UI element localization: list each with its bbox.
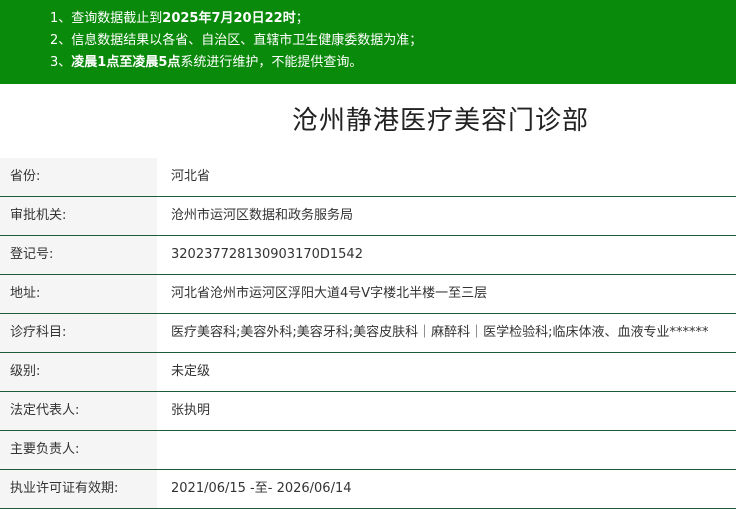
table-row: 法定代表人: 张执明 <box>0 392 736 431</box>
field-label: 登记号: <box>0 236 157 274</box>
field-label: 级别: <box>0 353 157 391</box>
notice-text: 2、信息数据结果以各省、自治区、直辖市卫生健康委数据为准； <box>50 33 423 48</box>
table-row: 审批机关: 沧州市运河区数据和政务服务局 <box>0 197 736 236</box>
notice-text: 1、查询数据截止到 <box>50 11 163 26</box>
field-value <box>171 431 736 469</box>
table-row: 登记号: 320237728130903170D1542 <box>0 236 736 275</box>
field-label: 诊疗科目: <box>0 314 157 352</box>
field-label: 审批机关: <box>0 197 157 235</box>
notice-text: ； <box>295 11 309 26</box>
field-value: 未定级 <box>171 364 211 379</box>
table-row: 执业许可证有效期: 2021/06/15 -至- 2026/06/14 <box>0 470 736 509</box>
notice-banner: 1、查询数据截止到2025年7月20日22时； 2、信息数据结果以各省、自治区、… <box>0 0 736 84</box>
field-label: 执业许可证有效期: <box>0 470 157 508</box>
notice-line-3: 3、凌晨1点至凌晨5点系统进行维护，不能提供查询。 <box>50 52 736 74</box>
table-row: 级别: 未定级 <box>0 353 736 392</box>
field-label: 主要负责人: <box>0 431 157 469</box>
info-table: 省份: 河北省 审批机关: 沧州市运河区数据和政务服务局 登记号: 320237… <box>0 158 736 509</box>
notice-bold-text: 2025年7月20日22时 <box>162 11 296 26</box>
field-value: 河北省沧州市运河区浮阳大道4号V字楼北半楼一至三层 <box>171 286 488 301</box>
field-value: 张执明 <box>171 403 211 418</box>
notice-line-2: 2、信息数据结果以各省、自治区、直辖市卫生健康委数据为准； <box>50 30 736 52</box>
table-row: 省份: 河北省 <box>0 158 736 197</box>
field-value: 沧州市运河区数据和政务服务局 <box>171 208 354 223</box>
notice-bold-text: 凌晨1点至凌晨5点 <box>71 55 181 70</box>
notice-text: 3、 <box>50 55 72 70</box>
field-label: 省份: <box>0 158 157 196</box>
page-title: 沧州静港医疗美容门诊部 <box>291 106 589 136</box>
table-row: 诊疗科目: 医疗美容科;美容外科;美容牙科;美容皮肤科｜麻醉科｜医学检验科;临床… <box>0 314 736 353</box>
field-label: 地址: <box>0 275 157 313</box>
field-value: 2021/06/15 -至- 2026/06/14 <box>171 481 352 496</box>
table-row: 主要负责人: <box>0 431 736 470</box>
notice-text: 系统进行维护，不能提供查询。 <box>180 55 363 70</box>
table-row: 地址: 河北省沧州市运河区浮阳大道4号V字楼北半楼一至三层 <box>0 275 736 314</box>
notice-line-1: 1、查询数据截止到2025年7月20日22时； <box>50 8 736 30</box>
field-value: 医疗美容科;美容外科;美容牙科;美容皮肤科｜麻醉科｜医学检验科;临床体液、血液专… <box>171 325 709 340</box>
field-value: 320237728130903170D1542 <box>171 247 363 262</box>
field-label: 法定代表人: <box>0 392 157 430</box>
field-value: 河北省 <box>171 169 211 184</box>
